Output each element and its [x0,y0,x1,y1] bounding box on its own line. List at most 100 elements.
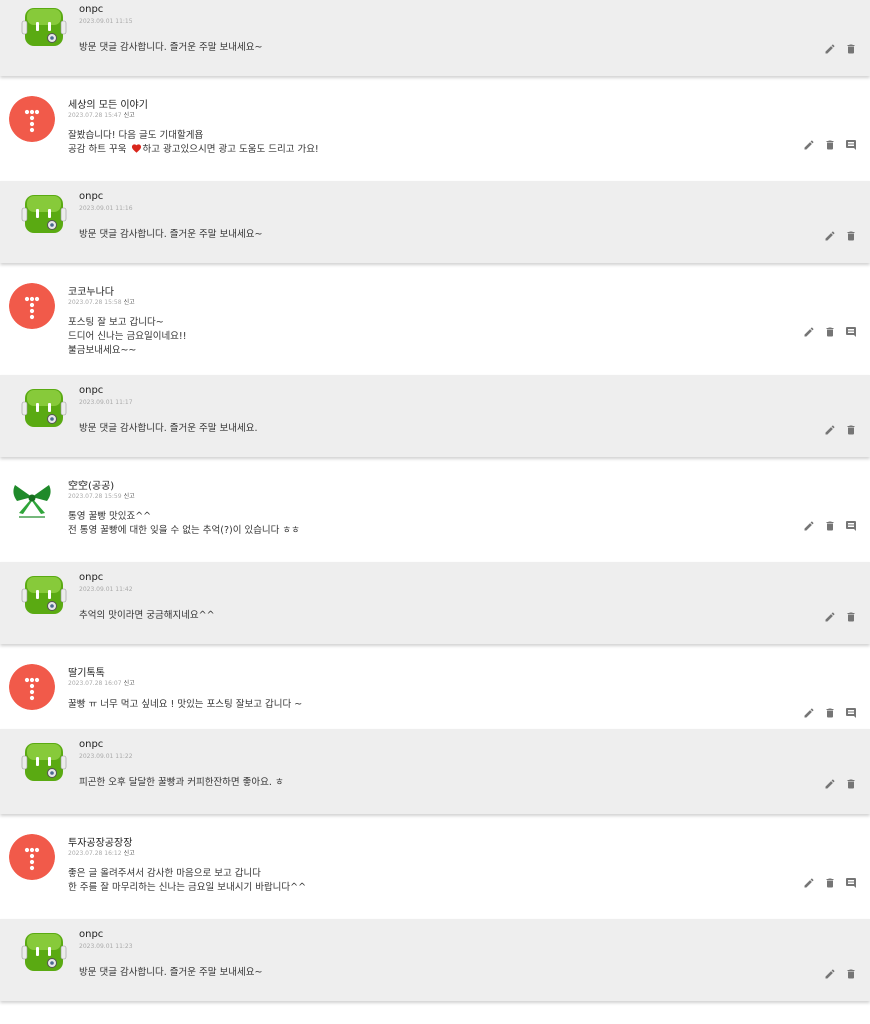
comment-date: 2023.07.28 16:07 [68,680,122,687]
trash-icon[interactable] [845,43,857,55]
report-link[interactable]: 신고 [124,493,135,500]
comment-actions [824,43,857,55]
robot-avatar[interactable] [21,191,67,237]
comment-item: 투자공장공장장 2023.07.28 16:12 신고좋은 글 올려주셔서 감사한 … [0,822,870,919]
comment-thread: onpc 2023.09.01 11:15 방문 댓글 감사합니다. 즐거운 주말 … [0,0,870,1009]
reply-comment: onpc 2023.09.01 11:23 방문 댓글 감사합니다. 즐거운 주말 … [0,919,870,1001]
pencil-icon[interactable] [824,968,836,980]
trash-icon[interactable] [824,326,836,338]
pencil-icon[interactable] [824,43,836,55]
ribbon-avatar[interactable] [9,477,55,523]
comment-actions [824,968,857,980]
comment-actions [803,707,857,719]
trash-icon[interactable] [845,230,857,242]
reply-comment: onpc 2023.09.01 11:42 추억의 맛이라면 궁금해지네요^^ [0,562,870,644]
comment-author[interactable]: 코코누나다 [68,283,114,298]
comment-date: 2023.09.01 11:22 [79,753,133,760]
robot-avatar[interactable] [21,385,67,431]
comment-date: 2023.07.28 15:58 [68,299,122,306]
comment-author[interactable]: onpc [79,572,103,583]
pencil-icon[interactable] [803,326,815,338]
trash-icon[interactable] [824,707,836,719]
trash-icon[interactable] [824,877,836,889]
comment-date: 2023.09.01 11:17 [79,399,133,406]
comment-author[interactable]: 空空(공공) [68,477,114,492]
comment-text: 방문 댓글 감사합니다. 즐거운 주말 보내세요~ [79,229,263,240]
comment-author[interactable]: 세상의 모든 이야기 [68,96,148,111]
comment-item: 딸기톡톡 2023.07.28 16:07 신고꿀빵 ㅠ 너무 먹고 싶네요 ! 맛… [0,652,870,729]
trash-icon[interactable] [824,520,836,532]
report-link[interactable]: 신고 [124,112,135,119]
report-link[interactable]: 신고 [124,299,135,306]
trash-icon[interactable] [824,139,836,151]
pencil-icon[interactable] [824,778,836,790]
default-avatar[interactable] [9,283,55,329]
comment-text-part: 하고 광고있으시면 광고 도움도 드리고 가요! [142,144,319,155]
comment-date: 2023.07.28 15:59 [68,493,122,500]
comment-actions [824,778,857,790]
comment-icon[interactable] [845,520,857,532]
report-link[interactable]: 신고 [124,680,135,687]
pencil-icon[interactable] [824,424,836,436]
comment-author[interactable]: 딸기톡톡 [68,664,105,679]
comment-icon[interactable] [845,139,857,151]
report-link[interactable]: 신고 [124,850,135,857]
comment-actions [803,326,857,338]
robot-avatar[interactable] [21,572,67,618]
comment-icon[interactable] [845,707,857,719]
comment-author[interactable]: 투자공장공장장 [68,834,132,849]
comment-text: 공감 하트 꾸욱 하고 광고있으시면 광고 도움도 드리고 가요! [68,143,319,158]
reply-comment: onpc 2023.09.01 11:17 방문 댓글 감사합니다. 즐거운 주말 … [0,375,870,457]
trash-icon[interactable] [845,424,857,436]
comment-text: 꿀빵 ㅠ 너무 먹고 싶네요 ! 맛있는 포스팅 잘보고 갑니다 ~ [68,699,303,710]
comment-text: 추억의 맛이라면 궁금해지네요^^ [79,610,215,621]
robot-avatar[interactable] [21,4,67,50]
robot-avatar[interactable] [21,929,67,975]
comment-text: 포스팅 잘 보고 갑니다~ [68,317,164,328]
comment-icon[interactable] [845,326,857,338]
pencil-icon[interactable] [803,139,815,151]
pencil-icon[interactable] [803,707,815,719]
comment-text: 피곤한 오후 달달한 꿀빵과 커피한잔하면 좋아요. ㅎ [79,777,284,788]
comment-date: 2023.09.01 11:23 [79,943,133,950]
comment-text-part: 공감 하트 꾸욱 [68,144,127,155]
pencil-icon[interactable] [824,611,836,623]
comment-item: 空空(공공) 2023.07.28 15:59 신고통영 꿀빵 맛있죠^^ 전 통영 … [0,465,870,562]
comment-actions [803,877,857,889]
comment-item: 코코누나다 2023.07.28 15:58 신고포스팅 잘 보고 갑니다~ 드디어 … [0,271,870,375]
heart-icon [131,143,142,158]
comment-author[interactable]: onpc [79,385,103,396]
comment-date: 2023.07.28 16:12 [68,850,122,857]
comment-author[interactable]: onpc [79,929,103,940]
comment-date: 2023.09.01 11:42 [79,586,133,593]
comment-text: 전 통영 꿀빵에 대한 잊을 수 없는 추억(?)이 있습니다 ㅎㅎ [68,525,300,536]
comment-actions [803,520,857,532]
comment-author[interactable]: onpc [79,191,103,202]
reply-comment: onpc 2023.09.01 11:16 방문 댓글 감사합니다. 즐거운 주말 … [0,181,870,263]
comment-actions [824,424,857,436]
pencil-icon[interactable] [803,877,815,889]
pencil-icon[interactable] [803,520,815,532]
comment-text: 좋은 글 올려주셔서 감사한 마음으로 보고 갑니다 [68,868,261,879]
comment-actions [803,139,857,151]
pencil-icon[interactable] [824,230,836,242]
comment-author[interactable]: onpc [79,4,103,15]
trash-icon[interactable] [845,778,857,790]
comment-text: 방문 댓글 감사합니다. 즐거운 주말 보내세요~ [79,967,263,978]
trash-icon[interactable] [845,968,857,980]
comment-date: 2023.09.01 11:16 [79,205,133,212]
default-avatar[interactable] [9,834,55,880]
comment-text: 잘봤습니다! 다음 글도 기대할게욥 [68,130,204,141]
comment-text: 통영 꿀빵 맛있죠^^ [68,511,152,522]
reply-comment: onpc 2023.09.01 11:22 피곤한 오후 달달한 꿀빵과 커피한잔하… [0,729,870,814]
default-avatar[interactable] [9,96,55,142]
reply-comment: onpc 2023.09.01 11:15 방문 댓글 감사합니다. 즐거운 주말 … [0,0,870,76]
robot-avatar[interactable] [21,739,67,785]
trash-icon[interactable] [845,611,857,623]
comment-text: 방문 댓글 감사합니다. 즐거운 주말 보내세요~ [79,42,263,53]
comment-text: 불금보내세요~~ [68,345,137,356]
comment-text: 드디어 신나는 금요일이네요!! [68,331,187,342]
comment-icon[interactable] [845,877,857,889]
default-avatar[interactable] [9,664,55,710]
comment-author[interactable]: onpc [79,739,103,750]
